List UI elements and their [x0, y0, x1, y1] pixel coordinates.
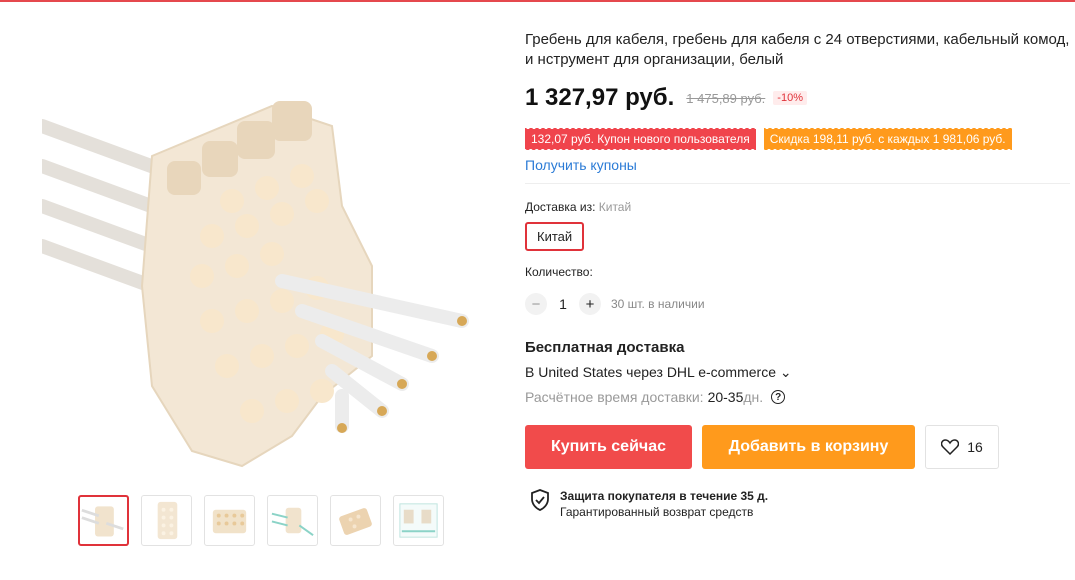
quantity-stepper: − 1 + 30 шт. в наличии [525, 293, 1070, 315]
delivery-time-days: 20-35 [707, 389, 744, 405]
buyer-protection: Защита покупателя в течение 35 д. Гарант… [530, 489, 1070, 519]
thumbnail-3[interactable] [204, 495, 255, 546]
protection-title: Защита покупателя в течение 35 д. [560, 489, 769, 503]
add-to-cart-button[interactable]: Добавить в корзину [702, 425, 915, 469]
stock-count: 30 шт. в наличии [611, 297, 705, 311]
coupon-row: 132,07 руб. Купон нового пользователя Ск… [525, 128, 1070, 150]
thumbnail-strip [78, 495, 444, 546]
thumbnail-1[interactable] [78, 495, 129, 546]
buy-now-button[interactable]: Купить сейчас [525, 425, 692, 469]
thumbnail-2[interactable] [141, 495, 192, 546]
get-coupons-link[interactable]: Получить купоны [525, 157, 1070, 173]
heart-icon [941, 439, 960, 455]
thumbnail-4[interactable] [267, 495, 318, 546]
shield-check-icon [531, 489, 549, 511]
spend-discount-coupon[interactable]: Скидка 198,11 руб. с каждых 1 981,06 руб… [763, 128, 1012, 150]
discount-badge: -10% [773, 91, 807, 105]
product-title: Гребень для кабеля, гребень для кабеля с… [525, 31, 1070, 68]
ship-from: Доставка из: Китай [525, 200, 1070, 214]
top-accent-line [0, 0, 1075, 2]
ship-from-value: Китай [598, 200, 632, 214]
product-info: Гребень для кабеля, гребень для кабеля с… [525, 30, 1070, 519]
chevron-down-icon: ⌄ [779, 364, 792, 380]
quantity-value[interactable]: 1 [547, 296, 579, 312]
help-icon[interactable]: ? [771, 390, 786, 404]
current-price: 1 327,97 руб. [525, 84, 675, 111]
main-product-image[interactable] [42, 66, 482, 486]
quantity-increase-button[interactable]: + [579, 293, 601, 315]
divider [525, 183, 1070, 184]
delivery-time-label: Расчётное время доставки: [525, 389, 704, 405]
quantity-label: Количество: [525, 265, 593, 279]
ship-from-label: Доставка из: [525, 200, 596, 214]
protection-subtitle: Гарантированный возврат средств [560, 505, 754, 519]
quantity-decrease-button[interactable]: − [525, 293, 547, 315]
shipping-method-text: В United States через DHL e-commerce [525, 364, 776, 380]
thumbnail-5[interactable] [330, 495, 381, 546]
ship-from-option-china[interactable]: Китай [525, 222, 585, 251]
old-price: 1 475,89 руб. [686, 90, 766, 106]
new-user-coupon[interactable]: 132,07 руб. Купон нового пользователя [525, 128, 756, 150]
free-shipping-title: Бесплатная доставка [525, 339, 685, 356]
wishlist-button[interactable]: 16 [925, 425, 999, 469]
price-row: 1 327,97 руб. 1 475,89 руб. -10% [525, 84, 1070, 112]
shipping-method-selector[interactable]: В United States через DHL e-commerce ⌄ [525, 364, 1070, 381]
delivery-time-unit: дн. [743, 389, 764, 405]
delivery-time: Расчётное время доставки: 20-35 дн. ? [525, 389, 1070, 405]
product-gallery [20, 40, 500, 560]
action-buttons: Купить сейчас Добавить в корзину 16 [525, 425, 1070, 469]
thumbnail-6[interactable] [393, 495, 444, 546]
wishlist-count: 16 [967, 439, 983, 455]
